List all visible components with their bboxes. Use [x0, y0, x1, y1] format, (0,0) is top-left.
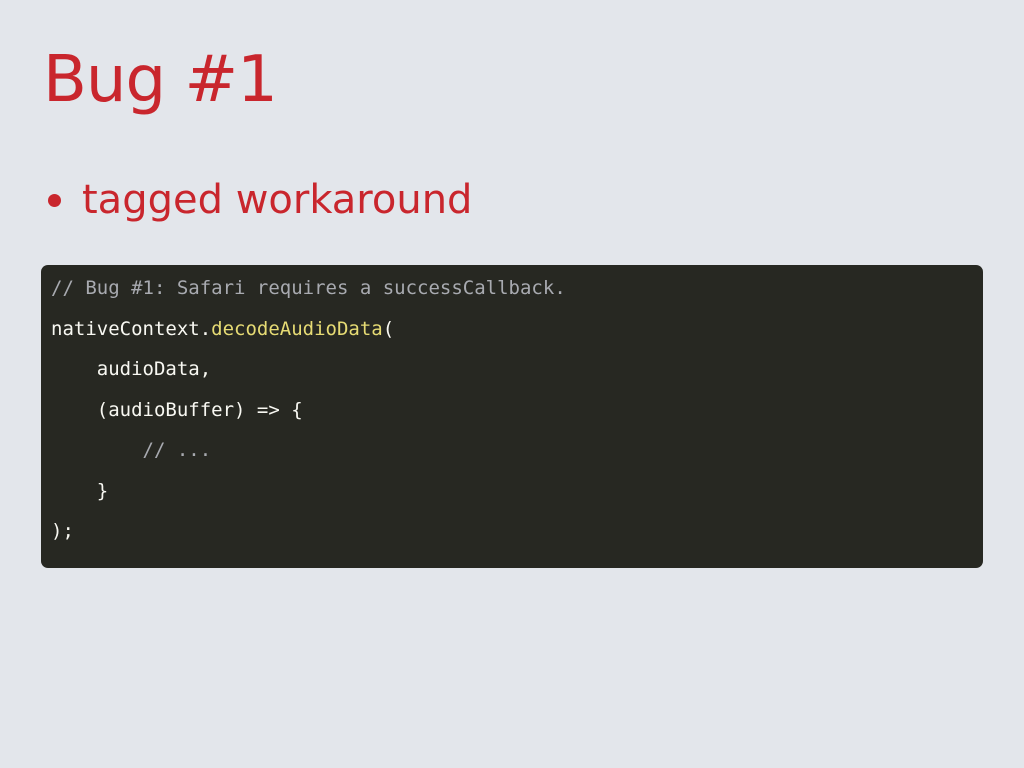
bullet-list: tagged workaround [48, 176, 472, 224]
code-close-paren: ); [51, 520, 74, 542]
code-line-6: } [51, 476, 973, 517]
bullet-dot-icon [48, 193, 61, 207]
bullet-text: tagged workaround [82, 177, 473, 223]
code-close-brace: } [51, 479, 109, 502]
code-block: // Bug #1: Safari requires a successCall… [41, 265, 983, 568]
code-method: decodeAudioData [211, 317, 383, 340]
code-argument: audioData, [51, 358, 212, 380]
code-line-1: // Bug #1: Safari requires a successCall… [51, 273, 973, 314]
code-comment-ellipsis: // ... [51, 439, 212, 461]
code-comment: // Bug #1: Safari requires a successCall… [51, 277, 566, 299]
code-line-2: nativeContext.decodeAudioData( [51, 314, 973, 355]
code-line-7: ); [51, 516, 973, 557]
code-line-5: // ... [51, 435, 973, 476]
bullet-item: tagged workaround [48, 176, 472, 224]
slide-title: Bug #1 [43, 43, 278, 117]
code-line-3: audioData, [51, 354, 973, 395]
code-callback: (audioBuffer) => { [51, 398, 303, 421]
code-object: nativeContext. [51, 317, 212, 340]
code-paren: ( [382, 317, 395, 340]
code-line-4: (audioBuffer) => { [51, 395, 973, 436]
slide: Bug #1 tagged workaround // Bug #1: Safa… [0, 0, 1024, 768]
